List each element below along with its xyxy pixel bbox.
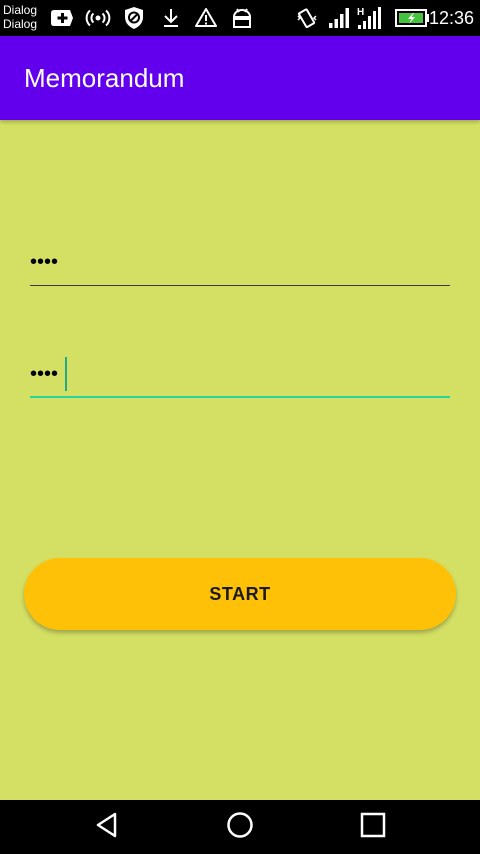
download-icon xyxy=(160,6,182,30)
add-box-icon xyxy=(50,6,74,30)
navigation-bar xyxy=(0,800,480,854)
svg-text:H: H xyxy=(357,7,364,18)
back-button[interactable] xyxy=(77,800,137,854)
home-button[interactable] xyxy=(210,800,270,854)
password-1-underline xyxy=(30,285,450,286)
notification-labels: Dialog Dialog xyxy=(3,3,37,31)
start-button[interactable]: START xyxy=(24,558,456,630)
password-2-underline xyxy=(30,396,450,398)
blocked-icon xyxy=(123,6,145,30)
back-icon xyxy=(92,810,122,845)
recent-apps-icon xyxy=(358,810,388,845)
status-bar: Dialog Dialog H 12:36 xyxy=(0,0,480,36)
password-2-value: •••• xyxy=(30,363,59,385)
android-icon xyxy=(230,6,254,30)
broadcast-icon xyxy=(85,6,111,30)
battery-charging-icon xyxy=(395,6,431,30)
recent-apps-button[interactable] xyxy=(343,800,403,854)
signal-h-icon: H xyxy=(356,6,384,30)
password-field-1[interactable]: •••• xyxy=(30,240,450,286)
status-clock: 12:36 xyxy=(428,8,474,28)
app-bar: Memorandum xyxy=(0,36,480,120)
warning-icon xyxy=(195,6,217,30)
home-icon xyxy=(225,810,255,845)
notification-label-1: Dialog xyxy=(3,3,38,17)
notification-label-2: Dialog xyxy=(3,17,38,31)
app-title: Memorandum xyxy=(24,63,185,93)
password-field-2[interactable]: •••• xyxy=(30,352,450,398)
text-cursor xyxy=(65,357,67,391)
vibrate-icon xyxy=(296,6,318,30)
signal-icon xyxy=(327,6,351,30)
password-1-value: •••• xyxy=(30,251,59,273)
